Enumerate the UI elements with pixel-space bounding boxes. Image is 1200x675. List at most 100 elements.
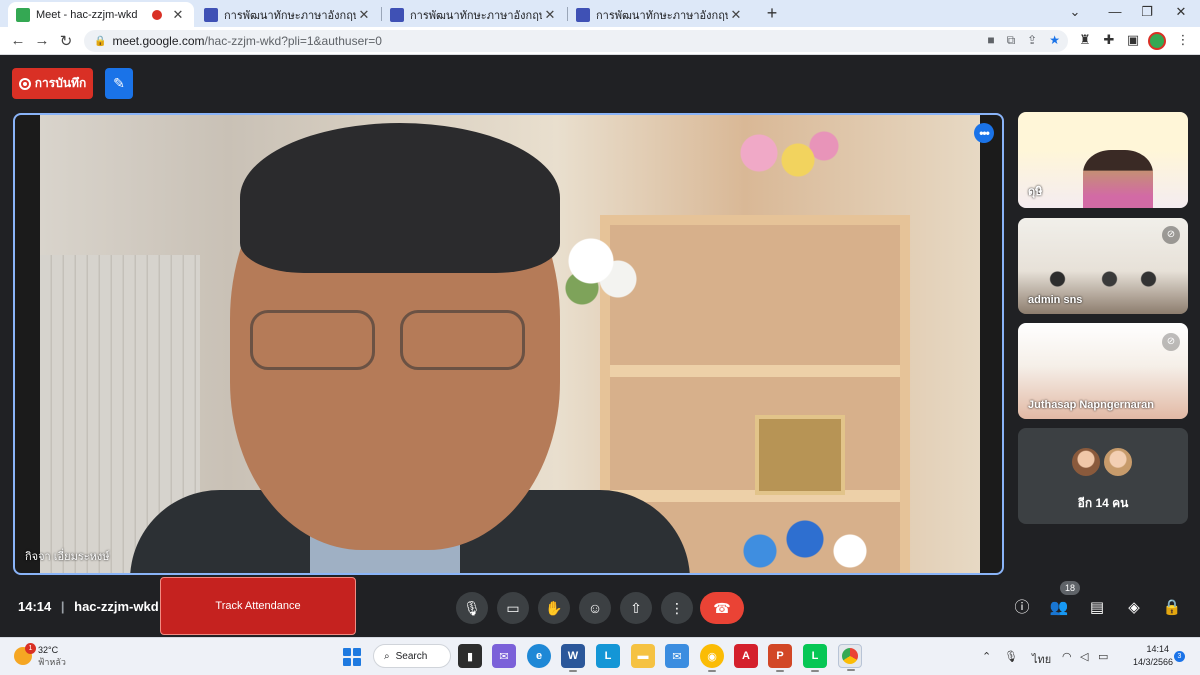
- clock-time: 14:14: [1146, 644, 1169, 654]
- close-tab-icon[interactable]: ✕: [542, 7, 558, 23]
- battery-icon[interactable]: ▭: [1098, 650, 1108, 663]
- extension-icon[interactable]: ♜: [1076, 32, 1094, 50]
- camera-button[interactable]: ▭: [497, 592, 529, 624]
- speaker-hair: [240, 123, 560, 273]
- chat-icon[interactable]: ▤: [1085, 596, 1109, 620]
- l-app-icon[interactable]: L: [596, 644, 620, 668]
- weather-icon: 1: [14, 643, 36, 665]
- speaker-tile[interactable]: กิจจา เอี่ยมระหงษ์ •••: [13, 113, 1004, 575]
- close-tab-icon[interactable]: ✕: [728, 7, 744, 23]
- tab-forms-2[interactable]: การพัฒนาทักษะภาษาอังกฤษ English ✕: [382, 2, 566, 27]
- lock-icon: 🔒: [94, 35, 107, 47]
- file-explorer-icon[interactable]: ▮: [458, 644, 482, 668]
- tab-forms-3[interactable]: การพัฒนาทักษะภาษาอังกฤษ English ✕: [568, 2, 752, 27]
- profile-avatar-icon[interactable]: [1148, 32, 1166, 50]
- camera-icon: ▭: [506, 599, 520, 616]
- search-icon: ⌕: [384, 650, 390, 662]
- tile-more-options-icon[interactable]: •••: [974, 123, 994, 143]
- notes-button[interactable]: ✎: [105, 68, 133, 99]
- bookmark-star-icon[interactable]: ★: [1049, 33, 1060, 48]
- camera-in-use-icon[interactable]: ■: [987, 33, 994, 48]
- folder-icon[interactable]: ▬: [631, 644, 655, 668]
- line-icon[interactable]: L: [803, 644, 827, 672]
- volume-icon[interactable]: ◁: [1080, 650, 1088, 663]
- mic-off-icon: ⊘: [1162, 333, 1180, 351]
- participant-video: [1083, 150, 1153, 208]
- chrome-icon[interactable]: [838, 644, 862, 671]
- edge-icon[interactable]: e: [527, 644, 551, 668]
- track-attendance-button[interactable]: Track Attendance: [160, 577, 356, 635]
- end-call-button[interactable]: ☎: [700, 592, 744, 624]
- meet-control-bar: 14:14 | hac-zzjm-wkd Track Attendance 🎙 …: [0, 577, 1200, 637]
- weather-widget[interactable]: 1 32°C ฟ้าหลัว: [14, 643, 66, 668]
- side-panel-icon[interactable]: ▣: [1124, 32, 1142, 50]
- activities-icon[interactable]: ◈: [1122, 596, 1146, 620]
- mic-button[interactable]: 🎙: [456, 592, 488, 624]
- present-button[interactable]: ⇧: [620, 592, 652, 624]
- address-bar[interactable]: 🔒 meet.google.com /hac-zzjm-wkd?pli=1&au…: [84, 30, 1068, 52]
- host-controls-icon[interactable]: 🔒: [1160, 596, 1184, 620]
- weather-temp: 32°C: [38, 645, 59, 655]
- tab-title: การพัฒนาทักษะภาษาอังกฤษ English: [224, 9, 356, 22]
- taskbar-search[interactable]: ⌕ Search: [373, 644, 451, 668]
- word-icon[interactable]: W: [561, 644, 585, 672]
- tab-meet[interactable]: Meet - hac-zzjm-wkd ✕: [8, 2, 194, 27]
- chrome-menu-icon[interactable]: ⋮: [1174, 32, 1192, 50]
- language-indicator[interactable]: ไทย: [1032, 650, 1051, 668]
- meeting-code: hac-zzjm-wkd: [74, 599, 159, 614]
- avatar: [1070, 446, 1102, 478]
- separator: |: [60, 599, 65, 614]
- system-clock[interactable]: 14:14 14/3/2566: [1133, 643, 1173, 669]
- start-button[interactable]: [343, 648, 361, 666]
- puzzle-extensions-icon[interactable]: ✚: [1100, 32, 1118, 50]
- mail-icon[interactable]: ✉: [665, 644, 689, 668]
- people-icon[interactable]: 👥: [1047, 596, 1071, 620]
- participant-tile[interactable]: ⊘ Juthasap Napngernaran: [1018, 323, 1188, 419]
- emoji-icon: ☺: [587, 600, 603, 616]
- restore-icon[interactable]: ❐: [1132, 4, 1162, 20]
- acrobat-icon[interactable]: A: [734, 644, 758, 668]
- translate-icon[interactable]: ⧉: [1007, 33, 1016, 48]
- raise-hand-button[interactable]: ✋: [538, 592, 570, 624]
- others-tile[interactable]: อีก 14 คน: [1018, 428, 1188, 524]
- tray-mic-icon[interactable]: 🎙: [1004, 650, 1018, 663]
- participant-tile[interactable]: ดุษิ: [1018, 112, 1188, 208]
- meet-favicon-icon: [16, 7, 30, 22]
- emoji-button[interactable]: ☺: [579, 592, 611, 624]
- forward-icon[interactable]: →: [32, 32, 52, 49]
- share-icon[interactable]: ⇪: [1027, 33, 1037, 48]
- participant-tile[interactable]: ⊘ admin sns: [1018, 218, 1188, 314]
- shared-banner: [1022, 116, 1184, 146]
- back-icon[interactable]: ←: [8, 32, 28, 49]
- browser-toolbar: ← → ↻ 🔒 meet.google.com /hac-zzjm-wkd?pl…: [0, 27, 1200, 55]
- reload-icon[interactable]: ↻: [56, 32, 76, 50]
- raise-hand-icon: ✋: [545, 599, 563, 616]
- edit-note-icon: ✎: [113, 75, 125, 91]
- tab-title: การพัฒนาทักษะภาษาอังกฤษ English: [596, 9, 728, 22]
- powerpoint-icon[interactable]: P: [768, 644, 792, 672]
- show-hidden-icons-icon[interactable]: ⌃: [982, 650, 991, 663]
- blue-flowers: [730, 515, 880, 573]
- wifi-icon[interactable]: ◠: [1062, 650, 1072, 663]
- more-options-button[interactable]: ⋮: [661, 592, 693, 624]
- info-icon[interactable]: ⓘ: [1010, 596, 1034, 620]
- forms-favicon-icon: [390, 7, 404, 22]
- meeting-time: 14:14: [18, 599, 52, 614]
- tab-search-icon[interactable]: ⌄: [1060, 4, 1090, 20]
- end-call-icon: ☎: [713, 599, 731, 616]
- close-tab-icon[interactable]: ✕: [170, 7, 186, 23]
- chrome-beta-icon[interactable]: ◉: [700, 644, 724, 672]
- participant-name: ดุษิ: [1028, 186, 1043, 198]
- flower-arrangement: [720, 125, 850, 195]
- teams-chat-icon[interactable]: ✉: [492, 644, 516, 668]
- flower-vase: [555, 225, 645, 315]
- close-window-icon[interactable]: ✕: [1166, 4, 1196, 20]
- close-tab-icon[interactable]: ✕: [356, 7, 372, 23]
- minimize-icon[interactable]: —: [1100, 4, 1130, 19]
- tab-forms-1[interactable]: การพัฒนาทักษะภาษาอังกฤษ English ✕: [196, 2, 380, 27]
- notification-badge[interactable]: 3: [1174, 651, 1185, 662]
- recording-button[interactable]: การบันทึก: [12, 68, 93, 99]
- record-icon: [18, 77, 31, 90]
- new-tab-icon[interactable]: +: [762, 3, 782, 24]
- tab-title: Meet - hac-zzjm-wkd: [36, 8, 138, 21]
